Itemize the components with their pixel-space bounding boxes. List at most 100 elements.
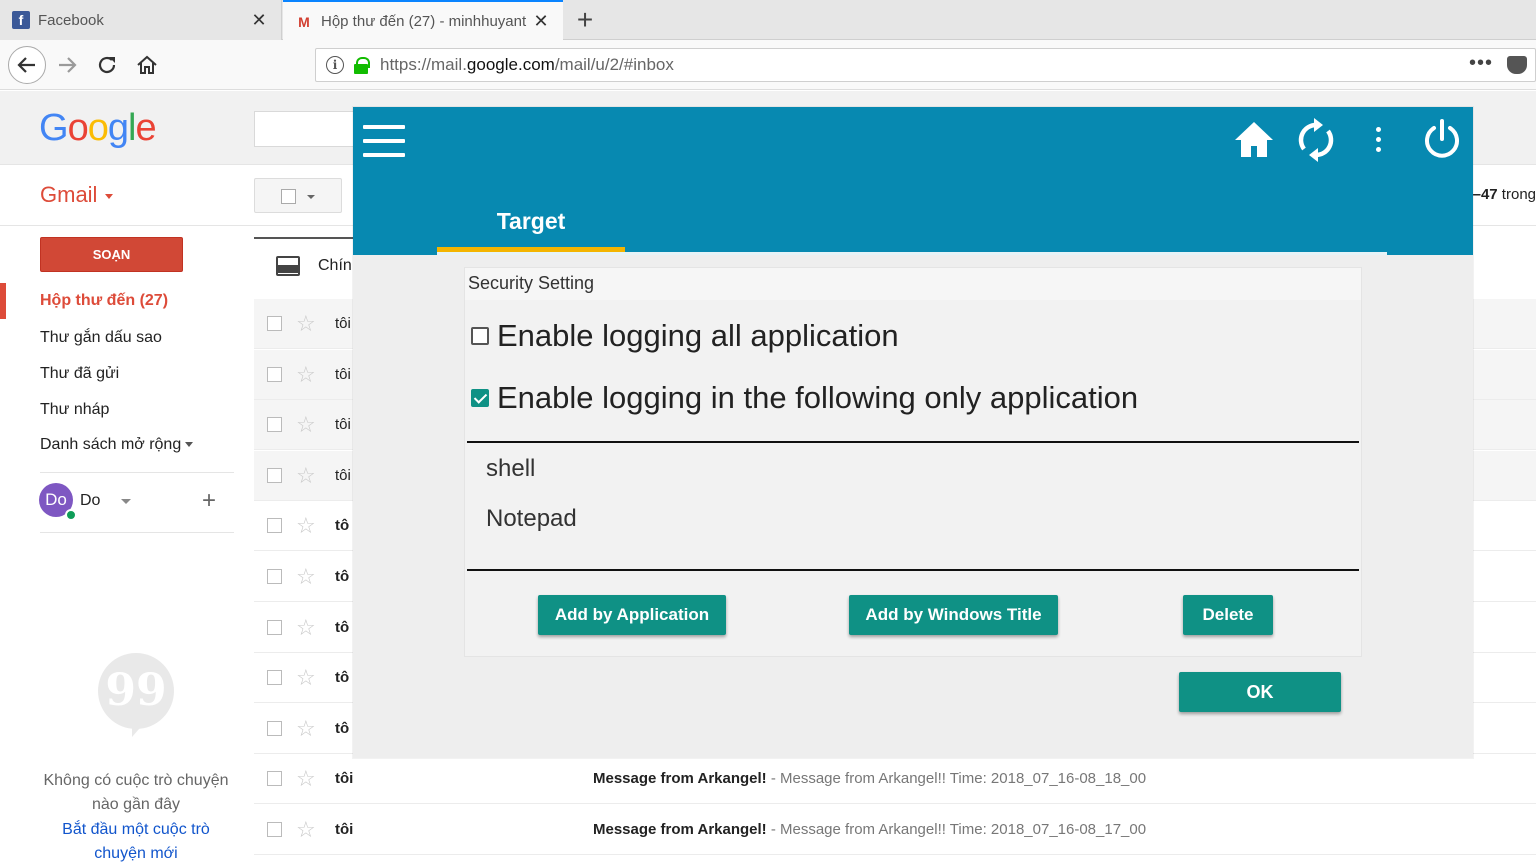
security-setting-panel: Security Setting Enable logging all appl… [464, 267, 1362, 657]
star-icon[interactable]: ☆ [296, 665, 316, 691]
star-icon[interactable]: ☆ [296, 716, 316, 742]
table-row[interactable]: ☆ tôi Message from Arkangel! - Message fro… [254, 754, 1536, 805]
select-all-checkbox[interactable] [254, 178, 342, 213]
tab-underline [437, 252, 1387, 255]
add-by-application-button[interactable]: Add by Application [538, 595, 726, 635]
reload-icon [98, 56, 116, 74]
row-checkbox[interactable] [267, 822, 282, 837]
sidebar-item-drafts[interactable]: Thư nháp [40, 401, 109, 419]
checkbox-log-selected[interactable] [471, 389, 489, 407]
list-item[interactable]: Notepad [486, 505, 577, 533]
pocket-icon[interactable] [1507, 56, 1527, 74]
star-icon[interactable]: ☆ [296, 766, 316, 792]
star-icon[interactable]: ☆ [296, 463, 316, 489]
star-icon[interactable]: ☆ [296, 564, 316, 590]
row-checkbox[interactable] [267, 417, 282, 433]
sidebar-item-sent[interactable]: Thư đã gửi [40, 365, 119, 383]
tab-facebook[interactable]: f Facebook ✕ [0, 0, 282, 40]
star-icon[interactable]: ☆ [296, 513, 316, 539]
page-actions-icon[interactable]: ••• [1469, 52, 1493, 75]
row-checkbox[interactable] [267, 366, 282, 382]
add-by-window-title-button[interactable]: Add by Windows Title [849, 595, 1058, 635]
chevron-down-icon[interactable] [121, 499, 131, 504]
subject-text: Message from Arkangel! [593, 770, 767, 788]
row-sender: tôi [335, 416, 351, 434]
option-log-all[interactable]: Enable logging all application [469, 318, 899, 354]
more-vert-icon[interactable] [1375, 127, 1383, 153]
new-tab-button[interactable]: + [570, 4, 600, 36]
star-icon[interactable]: ☆ [296, 615, 316, 641]
close-icon[interactable]: ✕ [529, 11, 553, 32]
power-icon[interactable] [1423, 119, 1461, 159]
sidebar-item-more[interactable]: Danh sách mở rộng [40, 436, 193, 454]
tab-bar: f Facebook ✕ M Hộp thư đến (27) - minhhu… [0, 0, 1536, 41]
arkangel-dialog: Target Security Setting Enable logging a… [353, 107, 1473, 758]
quote-icon: 99 [105, 665, 167, 716]
compose-button[interactable]: SOẠN [40, 237, 183, 272]
star-icon[interactable]: ☆ [296, 362, 316, 388]
start-chat-link[interactable]: Bắt đầu một cuộc trò chuyện mới [36, 818, 236, 866]
home-icon [137, 55, 157, 74]
navigation-bar: i https://mail.google.com/mail/u/2/#inbo… [0, 40, 1536, 90]
logo-letter: G [39, 107, 69, 149]
row-sender: tô [335, 568, 350, 585]
hangouts-user-name[interactable]: Do [80, 492, 100, 510]
google-logo[interactable]: Google [39, 107, 157, 150]
arrow-left-icon [17, 57, 35, 73]
delete-button[interactable]: Delete [1183, 595, 1273, 635]
active-nav-indicator [0, 283, 6, 319]
sidebar-item-starred[interactable]: Thư gắn dấu sao [40, 329, 162, 347]
close-icon[interactable]: ✕ [247, 10, 271, 31]
home-button[interactable] [130, 48, 164, 82]
sync-icon[interactable] [1297, 117, 1335, 163]
snippet-text: - Message from Arkangel!! Time: 2018_07_… [766, 821, 1147, 838]
lock-icon[interactable] [354, 57, 370, 74]
tab-primary[interactable]: Chín [254, 237, 354, 289]
add-chat-button[interactable]: + [202, 487, 216, 515]
forward-button[interactable] [50, 48, 84, 82]
online-status-icon [65, 509, 77, 521]
sidebar-item-inbox[interactable]: Hộp thư đến (27) [40, 292, 168, 310]
checkbox-log-all[interactable] [471, 327, 489, 345]
gmail-icon: M [298, 13, 310, 30]
star-icon[interactable]: ☆ [296, 412, 316, 438]
row-checkbox[interactable] [267, 619, 282, 635]
logo-letter: g [107, 107, 129, 149]
row-sender: tô [335, 669, 350, 687]
row-sender: tô [335, 618, 350, 636]
row-checkbox[interactable] [267, 771, 282, 787]
row-checkbox[interactable] [267, 316, 282, 331]
divider [40, 472, 234, 473]
logo-letter: e [135, 107, 156, 149]
option-log-selected[interactable]: Enable logging in the following only app… [469, 380, 1138, 416]
search-input[interactable] [254, 111, 364, 147]
row-checkbox[interactable] [267, 670, 282, 686]
address-bar[interactable]: i https://mail.google.com/mail/u/2/#inbo… [315, 48, 1536, 82]
row-sender: tô [335, 517, 350, 535]
star-icon[interactable]: ☆ [296, 311, 316, 337]
ok-button[interactable]: OK [1179, 672, 1341, 712]
row-sender: tôi [335, 315, 351, 332]
table-row[interactable]: ☆ tôi Message from Arkangel! - Message fro… [254, 805, 1536, 855]
row-checkbox[interactable] [267, 720, 282, 736]
hamburger-menu-icon[interactable] [363, 125, 405, 157]
home-icon[interactable] [1233, 119, 1275, 161]
row-checkbox[interactable] [267, 569, 282, 584]
option-label: Enable logging all application [497, 318, 899, 353]
no-chats-text: Không có cuộc trò chuyện nào gần đây [43, 772, 229, 813]
logo-letter: o [87, 107, 109, 149]
tab-gmail[interactable]: M Hộp thư đến (27) - minhhuyant ✕ [283, 0, 563, 41]
facebook-icon: f [12, 11, 30, 29]
row-checkbox[interactable] [267, 518, 282, 534]
back-button[interactable] [8, 46, 46, 84]
application-list[interactable]: shell Notepad [467, 441, 1359, 571]
row-subject: Message from Arkangel! - Message from Ar… [593, 821, 1146, 838]
gmail-app-label[interactable]: Gmail [40, 182, 113, 208]
star-icon[interactable]: ☆ [296, 817, 316, 843]
list-item[interactable]: shell [486, 455, 535, 483]
info-icon[interactable]: i [326, 56, 344, 74]
page-count-range: –47 [1472, 186, 1498, 203]
row-checkbox[interactable] [267, 467, 282, 483]
row-sender: tôi [335, 821, 354, 838]
reload-button[interactable] [90, 48, 124, 82]
